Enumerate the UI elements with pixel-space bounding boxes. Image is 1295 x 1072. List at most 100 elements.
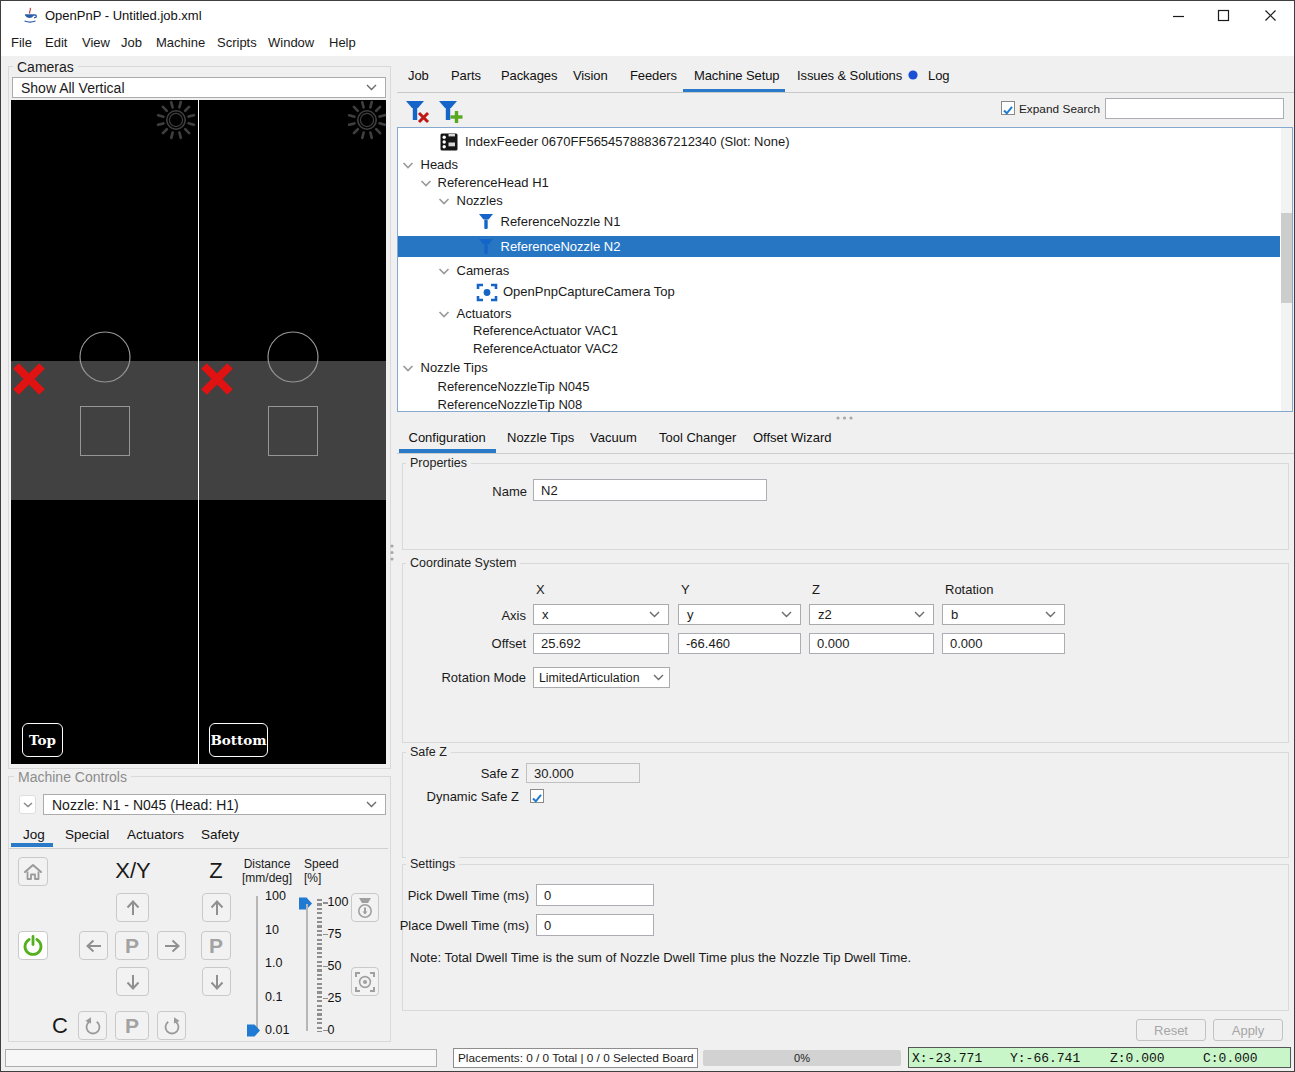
axis-select-x[interactable]: x: [533, 604, 669, 625]
main-tab-job[interactable]: Job: [408, 68, 429, 83]
tree-row[interactable]: Actuators: [398, 305, 1280, 323]
c-rotate-cw-button[interactable]: [157, 1011, 186, 1040]
jog-tab-underline: [11, 843, 53, 847]
position-camera-button[interactable]: [351, 967, 379, 996]
camera-selector[interactable]: Show All Vertical: [12, 77, 386, 98]
nozzle-icon-wrap: [478, 238, 494, 259]
nozzle-selector[interactable]: Nozzle: N1 - N045 (Head: H1): [43, 794, 386, 815]
safe-z-label: Safe Z: [481, 766, 519, 781]
menu-machine[interactable]: Machine: [156, 35, 205, 50]
name-input[interactable]: N2: [533, 479, 767, 501]
tree-scrollbar-thumb[interactable]: [1281, 213, 1292, 303]
xy-jog-up-button[interactable]: [116, 893, 149, 922]
offset-input-x[interactable]: 25.692: [533, 633, 669, 654]
menu-help[interactable]: Help: [329, 35, 356, 50]
z-jog-down-button[interactable]: [202, 967, 231, 996]
dynamic-safe-z-checkbox[interactable]: [530, 789, 544, 803]
home-button[interactable]: [18, 857, 48, 886]
maximize-icon[interactable]: [1215, 8, 1233, 24]
tree-row[interactable]: ReferenceHead H1: [398, 174, 1280, 192]
speed-tick-25: 25: [328, 991, 342, 1005]
rotation-mode-select[interactable]: LimitedArticulation: [533, 667, 670, 688]
tree-row[interactable]: ReferenceNozzleTip N045: [398, 378, 1280, 396]
main-tab-packages[interactable]: Packages: [501, 68, 557, 83]
tree-row[interactable]: OpenPnpCaptureCamera Top: [398, 282, 1280, 303]
tree-expand-chevron-icon[interactable]: [438, 197, 450, 206]
menu-job[interactable]: Job: [121, 35, 142, 50]
config-tab-offset-wizard[interactable]: Offset Wizard: [753, 430, 832, 445]
tree-row[interactable]: Nozzle Tips: [398, 359, 1280, 377]
mc-tab-jog[interactable]: Jog: [23, 827, 45, 842]
place-dwell-input[interactable]: 0: [536, 914, 654, 936]
mc-tab-actuators[interactable]: Actuators: [127, 827, 184, 842]
menu-view[interactable]: View: [82, 35, 110, 50]
mc-tab-special[interactable]: Special: [65, 827, 109, 842]
minimize-icon[interactable]: [1170, 8, 1188, 24]
tree-row[interactable]: ReferenceNozzle N1: [398, 212, 1280, 233]
apply-button[interactable]: Apply: [1213, 1019, 1283, 1041]
axis-select-z[interactable]: z2: [809, 604, 934, 625]
expand-checkbox[interactable]: [1001, 101, 1015, 115]
main-tab-feeders[interactable]: Feeders: [630, 68, 677, 83]
z-park-button[interactable]: P: [201, 931, 231, 960]
offset-input-rotation[interactable]: 0.000: [942, 633, 1065, 654]
c-rotate-ccw-button[interactable]: [78, 1011, 107, 1040]
tree-row[interactable]: Cameras: [398, 262, 1280, 280]
axis-select-rotation[interactable]: b: [942, 604, 1065, 625]
config-tab-nozzle-tips[interactable]: Nozzle Tips: [507, 430, 574, 445]
distance-slider-handle[interactable]: [247, 1024, 261, 1037]
vertical-splitter-handle[interactable]: [389, 543, 395, 563]
tree-expand-chevron-icon[interactable]: [420, 179, 432, 188]
xy-jog-right-button[interactable]: [157, 931, 186, 960]
name-label: Name: [492, 484, 527, 499]
reset-button[interactable]: Reset: [1136, 1019, 1206, 1041]
power-button[interactable]: [18, 931, 48, 960]
z-axis-label: Z: [202, 858, 230, 884]
menu-edit[interactable]: Edit: [45, 35, 67, 50]
park-nozzle-button[interactable]: [351, 893, 379, 922]
tree-row[interactable]: ReferenceActuator VAC2: [398, 340, 1280, 358]
tree-row[interactable]: Heads: [398, 156, 1280, 174]
menu-file[interactable]: File: [11, 35, 32, 50]
head-selector-expand-button[interactable]: [19, 795, 36, 814]
menu-window[interactable]: Window: [268, 35, 314, 50]
main-tab-machine-setup[interactable]: Machine Setup: [694, 68, 779, 83]
offset-input-z[interactable]: 0.000: [809, 633, 934, 654]
tree-row-label: ReferenceNozzle N1: [501, 214, 621, 229]
main-tab-log[interactable]: Log: [928, 68, 949, 83]
tree-row-label: Actuators: [457, 306, 512, 321]
offset-input-y[interactable]: -66.460: [678, 633, 801, 654]
tree-expand-chevron-icon[interactable]: [438, 267, 450, 276]
axis-select-y[interactable]: y: [678, 604, 801, 625]
config-tab-vacuum[interactable]: Vacuum: [590, 430, 637, 445]
horizontal-splitter-handle[interactable]: [835, 415, 855, 421]
tree-row[interactable]: IndexFeeder 0670FF565457888367212340 (Sl…: [398, 132, 1280, 153]
tree-row[interactable]: ReferenceActuator VAC1: [398, 322, 1280, 340]
tree-expand-chevron-icon[interactable]: [402, 161, 414, 170]
tree-expand-chevron-icon[interactable]: [438, 310, 450, 319]
tree-row[interactable]: ReferenceNozzle N2: [398, 236, 1280, 257]
mc-tab-safety[interactable]: Safety: [201, 827, 239, 842]
feeder-icon-wrap: [440, 133, 458, 155]
main-tab-issues-solutions[interactable]: Issues & Solutions: [797, 68, 902, 83]
remove-nozzle-button[interactable]: [404, 99, 432, 125]
search-input[interactable]: [1105, 98, 1284, 119]
chevron-down-icon: [366, 84, 377, 91]
config-tab-configuration[interactable]: Configuration: [409, 430, 486, 445]
close-icon[interactable]: [1262, 8, 1280, 24]
main-tab-parts[interactable]: Parts: [451, 68, 481, 83]
add-nozzle-button[interactable]: [437, 99, 465, 125]
tree-row[interactable]: ReferenceNozzleTip N08: [398, 396, 1280, 414]
main-tab-vision[interactable]: Vision: [573, 68, 608, 83]
z-jog-up-button[interactable]: [202, 893, 231, 922]
xy-park-button[interactable]: P: [115, 931, 149, 960]
c-park-button[interactable]: P: [115, 1011, 149, 1040]
tree-row[interactable]: Nozzles: [398, 192, 1280, 210]
pick-dwell-input[interactable]: 0: [536, 884, 654, 906]
xy-jog-down-button[interactable]: [116, 967, 149, 996]
menu-scripts[interactable]: Scripts: [217, 35, 257, 50]
config-tab-tool-changer[interactable]: Tool Changer: [659, 430, 736, 445]
tree-expand-chevron-icon[interactable]: [402, 364, 414, 373]
cs-column-header-x: X: [536, 582, 545, 597]
xy-jog-left-button[interactable]: [79, 931, 108, 960]
